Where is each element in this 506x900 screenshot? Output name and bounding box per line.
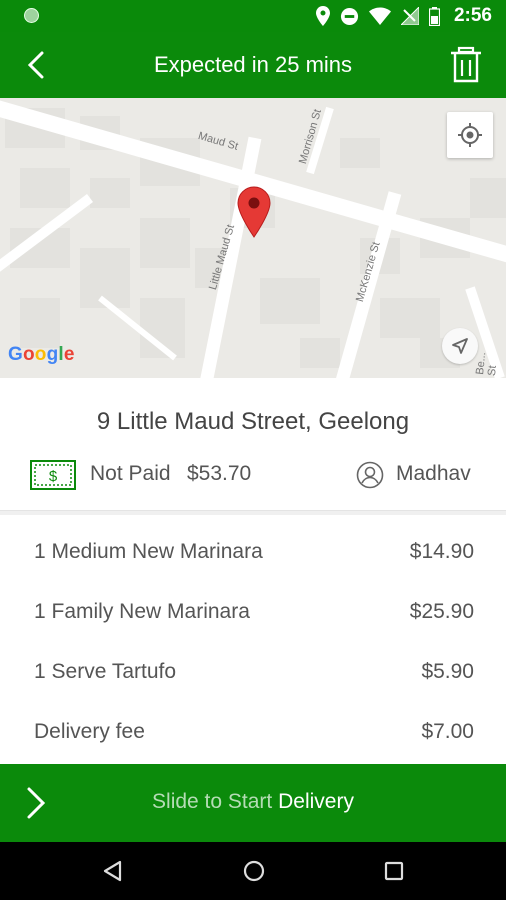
- slide-label-highlight: Delivery: [278, 790, 354, 813]
- delete-button[interactable]: [448, 46, 484, 84]
- my-location-button[interactable]: [447, 112, 493, 158]
- item-price: $14.90: [409, 540, 474, 563]
- item-price: $5.90: [421, 660, 474, 683]
- do-not-disturb-icon: [340, 7, 359, 25]
- divider: [0, 510, 506, 515]
- nav-back-icon[interactable]: [102, 860, 124, 882]
- directions-button[interactable]: [442, 328, 478, 364]
- item-name: 1 Medium New Marinara: [34, 540, 263, 563]
- list-item: 1 Medium New Marinara $14.90: [34, 540, 474, 600]
- delivery-address: 9 Little Maud Street, Geelong: [96, 408, 410, 435]
- item-name: Delivery fee: [34, 720, 145, 743]
- app-bar: Expected in 25 mins: [0, 32, 506, 98]
- item-price: $25.90: [409, 600, 474, 623]
- driver-name: Madhav: [396, 462, 471, 485]
- signal-icon: [400, 7, 419, 25]
- item-price: $7.00: [421, 720, 474, 743]
- payment-row: $ Not Paid $53.70 Madhav: [30, 458, 476, 492]
- trash-icon: [451, 46, 481, 83]
- map-view[interactable]: Maud St Morrison St Little Maud St McKen…: [0, 98, 506, 378]
- map-tiles: [0, 98, 506, 378]
- list-item: 1 Serve Tartufo $5.90: [34, 660, 474, 720]
- location-icon: [315, 6, 330, 26]
- order-total: $53.70: [187, 462, 252, 485]
- notification-dot-icon: [24, 8, 39, 23]
- cash-icon: $: [30, 460, 76, 490]
- slide-label: Slide to Start Delivery: [0, 790, 506, 814]
- clock: 2:56: [453, 5, 492, 26]
- slide-to-start-delivery[interactable]: Slide to Start Delivery: [0, 764, 506, 842]
- navigation-arrow-icon: [452, 338, 468, 354]
- street-label-bellerine: Be... St: [474, 351, 499, 377]
- list-item: 1 Family New Marinara $25.90: [34, 600, 474, 660]
- nav-recents-icon[interactable]: [384, 861, 404, 881]
- status-bar: 2:56: [0, 0, 506, 32]
- google-logo: Google: [8, 344, 75, 365]
- page-title: Expected in 25 mins: [153, 52, 353, 77]
- system-nav-bar: [0, 842, 506, 900]
- battery-icon: [428, 6, 440, 26]
- item-name: 1 Family New Marinara: [34, 600, 250, 623]
- crosshair-icon: [458, 123, 482, 147]
- svg-text:$: $: [49, 468, 58, 485]
- nav-home-icon[interactable]: [243, 860, 265, 882]
- payment-status: Not Paid: [90, 462, 171, 485]
- location-pin-icon[interactable]: [237, 186, 271, 238]
- user-icon: [356, 461, 384, 489]
- slide-label-prefix: Slide to Start: [152, 790, 279, 813]
- item-name: 1 Serve Tartufo: [34, 660, 177, 683]
- status-icons: 2:56: [315, 5, 492, 27]
- wifi-icon: [368, 7, 391, 25]
- order-items: 1 Medium New Marinara $14.90 1 Family Ne…: [34, 540, 474, 780]
